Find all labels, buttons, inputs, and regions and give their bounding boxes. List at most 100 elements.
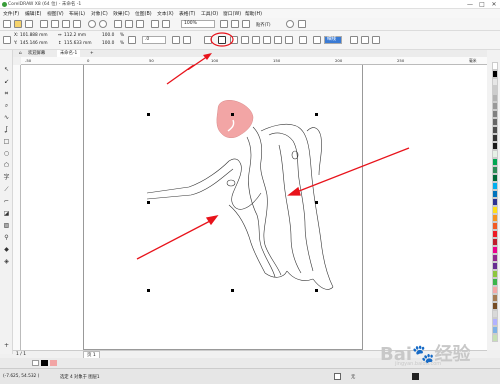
copy-icon[interactable] xyxy=(62,20,70,28)
vertical-ruler[interactable] xyxy=(13,65,21,350)
front-minus-back-icon[interactable] xyxy=(274,36,282,44)
palette-swatch[interactable] xyxy=(492,254,498,262)
smart-fill-tool-icon[interactable]: ◈ xyxy=(3,258,10,265)
outline-indicator-icon[interactable] xyxy=(412,373,419,380)
simplify-icon[interactable] xyxy=(263,36,271,44)
to-front-icon[interactable] xyxy=(361,36,369,44)
tab-untitled-1[interactable]: 未命名-1 xyxy=(57,50,81,57)
lock-ratio-icon[interactable] xyxy=(128,36,136,44)
menu-file[interactable]: 文件(F) xyxy=(3,10,19,17)
publish-pdf-icon[interactable] xyxy=(151,20,159,28)
palette-swatch[interactable] xyxy=(492,78,498,86)
outline-width-select[interactable]: 细线 xyxy=(324,36,342,44)
eyedropper-tool-icon[interactable]: ⚲ xyxy=(3,234,10,241)
home-icon[interactable]: ⌂ xyxy=(16,50,25,57)
palette-swatch[interactable] xyxy=(492,182,498,190)
palette-swatch[interactable] xyxy=(492,246,498,254)
palette-swatch[interactable] xyxy=(492,150,498,158)
print-icon[interactable] xyxy=(40,20,48,28)
doc-color-black[interactable] xyxy=(41,360,48,366)
palette-swatch[interactable] xyxy=(492,214,498,222)
doc-color-white[interactable] xyxy=(32,360,39,366)
new-document-icon[interactable] xyxy=(3,20,11,28)
polygon-tool-icon[interactable]: ⬠ xyxy=(3,162,10,169)
crop-tool-icon[interactable]: ⌗ xyxy=(3,90,10,97)
redo-icon[interactable] xyxy=(99,20,107,28)
drawing-canvas[interactable] xyxy=(21,65,487,350)
text-tool-icon[interactable]: 字 xyxy=(3,174,10,181)
full-screen-icon[interactable] xyxy=(220,20,228,28)
save-icon[interactable] xyxy=(25,20,33,28)
object-origin-icon[interactable] xyxy=(3,36,11,44)
wrap-text-icon[interactable] xyxy=(350,36,358,44)
close-button[interactable]: ✕ xyxy=(488,0,500,9)
intersect-icon[interactable] xyxy=(252,36,260,44)
export-icon[interactable] xyxy=(136,20,144,28)
menu-object[interactable]: 对象(C) xyxy=(91,10,108,17)
parallel-dimension-tool-icon[interactable]: ⟋ xyxy=(3,186,10,193)
menu-edit[interactable]: 编辑(E) xyxy=(25,10,41,17)
palette-swatch[interactable] xyxy=(492,270,498,278)
horizontal-ruler[interactable]: -50 0 50 100 150 200 250 毫米 xyxy=(21,57,487,65)
palette-swatch[interactable] xyxy=(492,86,498,94)
menu-window[interactable]: 窗口(W) xyxy=(223,10,241,17)
palette-swatch[interactable] xyxy=(492,302,498,310)
fill-indicator-icon[interactable] xyxy=(334,373,341,380)
palette-swatch[interactable] xyxy=(492,70,498,78)
artistic-media-tool-icon[interactable]: ʆ xyxy=(3,126,10,133)
rulers-icon[interactable] xyxy=(231,20,239,28)
palette-swatch[interactable] xyxy=(492,262,498,270)
add-tool-icon[interactable]: + xyxy=(3,342,10,349)
drop-shadow-tool-icon[interactable]: ◪ xyxy=(3,210,10,217)
undo-icon[interactable] xyxy=(88,20,96,28)
palette-swatch[interactable] xyxy=(492,102,498,110)
palette-swatch[interactable] xyxy=(492,190,498,198)
palette-swatch[interactable] xyxy=(492,230,498,238)
group-objects-icon[interactable] xyxy=(204,36,212,44)
width-field[interactable]: 112.2 mm xyxy=(64,33,86,39)
palette-swatch[interactable] xyxy=(492,318,498,326)
palette-swatch[interactable] xyxy=(492,142,498,150)
zoom-level-select[interactable]: 100% xyxy=(181,20,215,28)
menu-effects[interactable]: 效果(C) xyxy=(113,10,130,17)
connector-tool-icon[interactable]: ⌐ xyxy=(3,198,10,205)
rotation-angle-field[interactable]: .0 xyxy=(142,36,166,44)
palette-swatch[interactable] xyxy=(492,286,498,294)
options-gear-icon[interactable] xyxy=(286,20,294,28)
search-content-icon[interactable] xyxy=(114,20,122,28)
palette-swatch[interactable] xyxy=(492,222,498,230)
palette-swatch[interactable] xyxy=(492,278,498,286)
mirror-horizontal-icon[interactable] xyxy=(172,36,180,44)
ellipse-tool-icon[interactable]: ○ xyxy=(3,150,10,157)
palette-swatch[interactable] xyxy=(492,118,498,126)
zoom-tool-icon[interactable]: ⌕ xyxy=(3,102,10,109)
open-folder-icon[interactable] xyxy=(14,20,22,28)
app-launcher-icon[interactable] xyxy=(162,20,170,28)
menu-help[interactable]: 帮助(H) xyxy=(245,10,262,17)
combine-icon[interactable] xyxy=(218,36,226,44)
menu-view[interactable]: 视图(V) xyxy=(47,10,64,17)
weld-icon[interactable] xyxy=(230,36,238,44)
paste-icon[interactable] xyxy=(73,20,81,28)
palette-swatch[interactable] xyxy=(492,198,498,206)
back-minus-front-icon[interactable] xyxy=(285,36,293,44)
to-back-icon[interactable] xyxy=(372,36,380,44)
mirror-vertical-icon[interactable] xyxy=(183,36,191,44)
grid-icon[interactable] xyxy=(242,20,250,28)
interactive-fill-tool-icon[interactable]: ◆ xyxy=(3,246,10,253)
shape-tool-icon[interactable]: ↙ xyxy=(3,78,10,85)
palette-swatch[interactable] xyxy=(492,134,498,142)
palette-swatch[interactable] xyxy=(492,326,498,334)
palette-swatch[interactable] xyxy=(492,174,498,182)
palette-swatch[interactable] xyxy=(492,166,498,174)
transparency-tool-icon[interactable]: ▨ xyxy=(3,222,10,229)
close-tab-icon[interactable]: + xyxy=(87,50,97,57)
palette-swatch[interactable] xyxy=(492,110,498,118)
cut-icon[interactable] xyxy=(51,20,59,28)
palette-swatch[interactable] xyxy=(492,238,498,246)
scale-x-field[interactable]: 100.0 xyxy=(102,33,114,39)
boundary-icon[interactable] xyxy=(299,36,307,44)
palette-swatch[interactable] xyxy=(492,310,498,318)
freehand-tool-icon[interactable]: ∿ xyxy=(3,114,10,121)
minimize-button[interactable]: — xyxy=(464,0,476,9)
